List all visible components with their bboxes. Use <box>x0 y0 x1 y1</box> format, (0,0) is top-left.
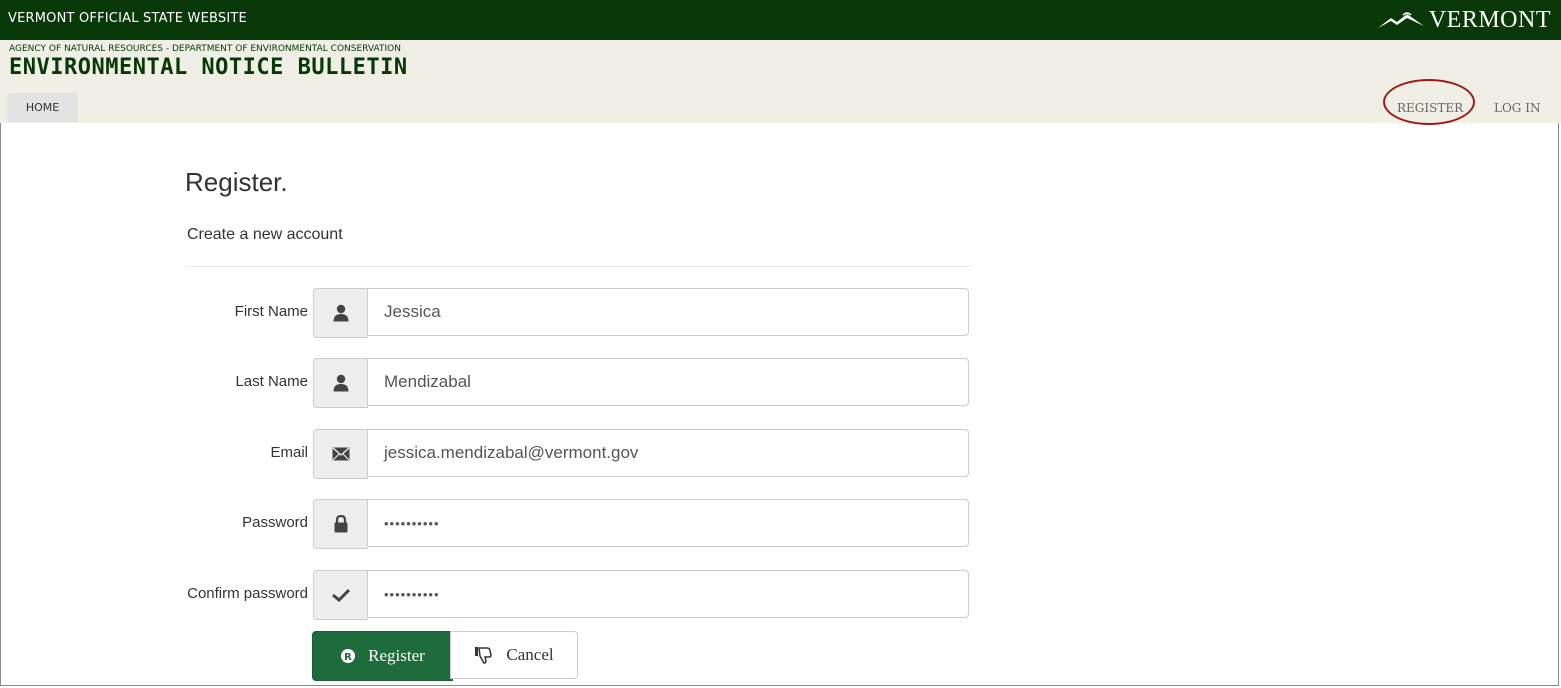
envelope-icon <box>313 429 368 479</box>
last-name-label: Last Name <box>235 373 308 390</box>
site-title[interactable]: VERMONT OFFICIAL STATE WEBSITE <box>8 11 247 26</box>
first-name-label: First Name <box>234 303 308 320</box>
password-label: Password <box>242 514 308 531</box>
site-name[interactable]: ENVIRONMENTAL NOTICE BULLETIN <box>9 55 408 80</box>
confirm-password-label: Confirm password <box>187 585 308 602</box>
nav-login-link[interactable]: LOG IN <box>1494 93 1540 122</box>
state-banner: VERMONT OFFICIAL STATE WEBSITE VERMONT <box>0 0 1561 40</box>
vermont-logo-text: VERMONT <box>1428 6 1551 33</box>
first-name-row: First Name Jessica <box>0 288 980 338</box>
last-name-input[interactable]: Mendizabal <box>367 358 969 406</box>
vermont-logo[interactable]: VERMONT <box>1377 6 1551 34</box>
cancel-button[interactable]: Cancel <box>450 631 578 679</box>
nav-home-tab[interactable]: HOME <box>7 93 78 122</box>
user-icon <box>313 358 368 408</box>
registered-icon: R <box>341 649 356 663</box>
password-input[interactable]: •••••••••• <box>367 499 969 547</box>
email-row: Email jessica.mendizabal@vermont.gov <box>0 429 980 479</box>
register-button-label: Register <box>368 646 425 665</box>
first-name-input[interactable]: Jessica <box>367 288 969 336</box>
divider <box>186 266 971 267</box>
page-title: Register. <box>185 167 288 197</box>
page-header: AGENCY OF NATURAL RESOURCES - DEPARTMENT… <box>0 40 1561 123</box>
thumbs-down-icon <box>475 647 493 664</box>
svg-text:R: R <box>344 652 352 663</box>
nav-register-link[interactable]: REGISTER <box>1397 93 1463 122</box>
mountain-icon <box>1377 12 1424 28</box>
last-name-row: Last Name Mendizabal <box>0 358 980 408</box>
lock-icon <box>313 499 368 549</box>
email-input[interactable]: jessica.mendizabal@vermont.gov <box>367 429 969 477</box>
password-row: Password •••••••••• <box>0 499 980 549</box>
confirm-password-row: Confirm password •••••••••• <box>0 570 980 620</box>
agency-name: AGENCY OF NATURAL RESOURCES - DEPARTMENT… <box>9 44 401 54</box>
register-button[interactable]: R Register <box>312 631 453 681</box>
user-icon <box>313 288 368 338</box>
check-icon <box>313 570 368 620</box>
cancel-button-label: Cancel <box>506 645 554 664</box>
confirm-password-input[interactable]: •••••••••• <box>367 570 969 618</box>
email-label: Email <box>270 444 308 461</box>
page-subtitle: Create a new account <box>187 226 343 243</box>
